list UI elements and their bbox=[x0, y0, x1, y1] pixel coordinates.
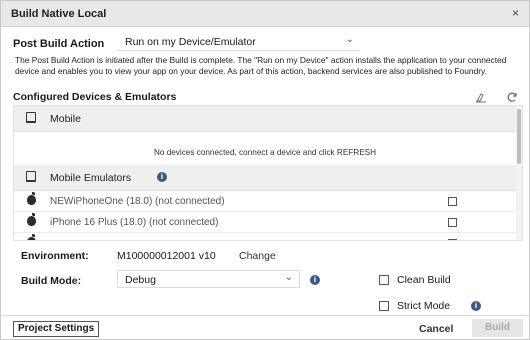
change-environment-link[interactable]: Change bbox=[239, 250, 276, 262]
close-icon[interactable]: × bbox=[512, 6, 519, 20]
mobile-device-icon bbox=[26, 112, 36, 123]
build-mode-label: Build Mode: bbox=[21, 275, 82, 287]
post-build-description: The Post Build Action is initiated after… bbox=[15, 55, 507, 76]
post-build-action-value: Run on my Device/Emulator bbox=[125, 36, 256, 48]
post-build-action-select[interactable]: Run on my Device/Emulator ⌄ bbox=[117, 34, 360, 51]
list-item: iPhone 16 Plus (18.0) (not connected) bbox=[14, 212, 516, 233]
cancel-button[interactable]: Cancel bbox=[419, 323, 453, 335]
info-icon[interactable]: i bbox=[310, 275, 320, 285]
info-icon[interactable]: i bbox=[471, 301, 481, 311]
emulator-label: iPhone 16 Plus (18.0) (not connected) bbox=[50, 217, 219, 228]
emulator-checkbox[interactable] bbox=[448, 197, 457, 206]
scrollbar-thumb[interactable] bbox=[517, 109, 521, 164]
dialog-titlebar: Build Native Local × bbox=[1, 1, 529, 27]
clear-icon[interactable] bbox=[475, 91, 487, 106]
clean-build-checkbox[interactable] bbox=[379, 275, 389, 285]
build-button[interactable]: Build bbox=[472, 319, 523, 337]
chevron-down-icon: ⌄ bbox=[284, 272, 293, 283]
device-group-label: Mobile bbox=[50, 113, 81, 125]
post-build-action-label: Post Build Action bbox=[13, 38, 105, 50]
build-native-local-dialog: Build Native Local × Post Build Action R… bbox=[0, 0, 530, 340]
clean-build-label: Clean Build bbox=[397, 274, 451, 286]
project-settings-button[interactable]: Project Settings bbox=[13, 321, 100, 337]
environment-value: M100000012001 v10 bbox=[117, 250, 216, 262]
mobile-device-icon bbox=[26, 171, 36, 182]
chevron-down-icon: ⌄ bbox=[345, 34, 354, 45]
refresh-icon[interactable] bbox=[506, 91, 518, 106]
dialog-title: Build Native Local bbox=[11, 8, 107, 20]
devices-list: Mobile No devices connected, connect a d… bbox=[13, 105, 523, 241]
environment-label: Environment: bbox=[21, 250, 89, 262]
apple-icon bbox=[27, 213, 36, 226]
emulator-checkbox[interactable] bbox=[448, 239, 457, 240]
device-group-mobile: Mobile bbox=[14, 106, 516, 132]
emulator-label: NEWiPhoneOne (18.0) (not connected) bbox=[50, 196, 225, 207]
list-item: NEWiPhoneOne (18.0) (not connected) bbox=[14, 191, 516, 212]
strict-mode-checkbox[interactable] bbox=[379, 301, 389, 311]
build-mode-select[interactable]: Debug ⌄ bbox=[117, 270, 300, 288]
emulator-checkbox[interactable] bbox=[448, 218, 457, 227]
device-group-mobile-emulators: Mobile Emulators i bbox=[14, 165, 516, 191]
devices-section-title: Configured Devices & Emulators bbox=[13, 91, 177, 103]
device-group-label: Mobile Emulators bbox=[50, 172, 132, 184]
build-mode-value: Debug bbox=[125, 274, 156, 286]
list-item-partial bbox=[14, 233, 516, 240]
apple-icon bbox=[27, 192, 36, 205]
apple-icon bbox=[27, 234, 36, 240]
strict-mode-label: Strict Mode bbox=[397, 300, 451, 312]
info-icon[interactable]: i bbox=[157, 172, 167, 182]
